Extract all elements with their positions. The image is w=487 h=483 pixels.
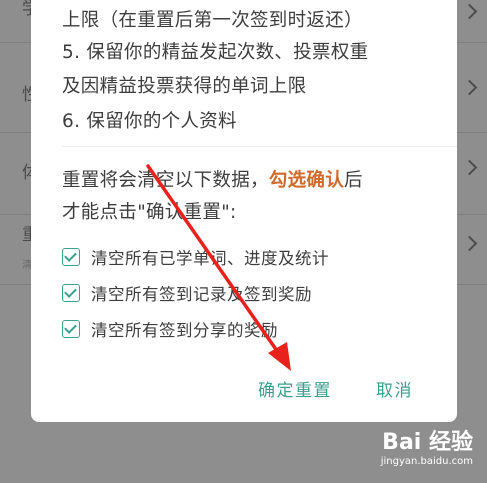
arrow-head xyxy=(268,342,291,371)
watermark-logo: Bai 经验 xyxy=(382,430,473,455)
arrow-line xyxy=(146,164,284,360)
watermark: Bai 经验 jingyan.baidu.com xyxy=(381,424,473,467)
watermark-url: jingyan.baidu.com xyxy=(380,456,473,467)
red-arrow-annotation xyxy=(146,164,291,371)
